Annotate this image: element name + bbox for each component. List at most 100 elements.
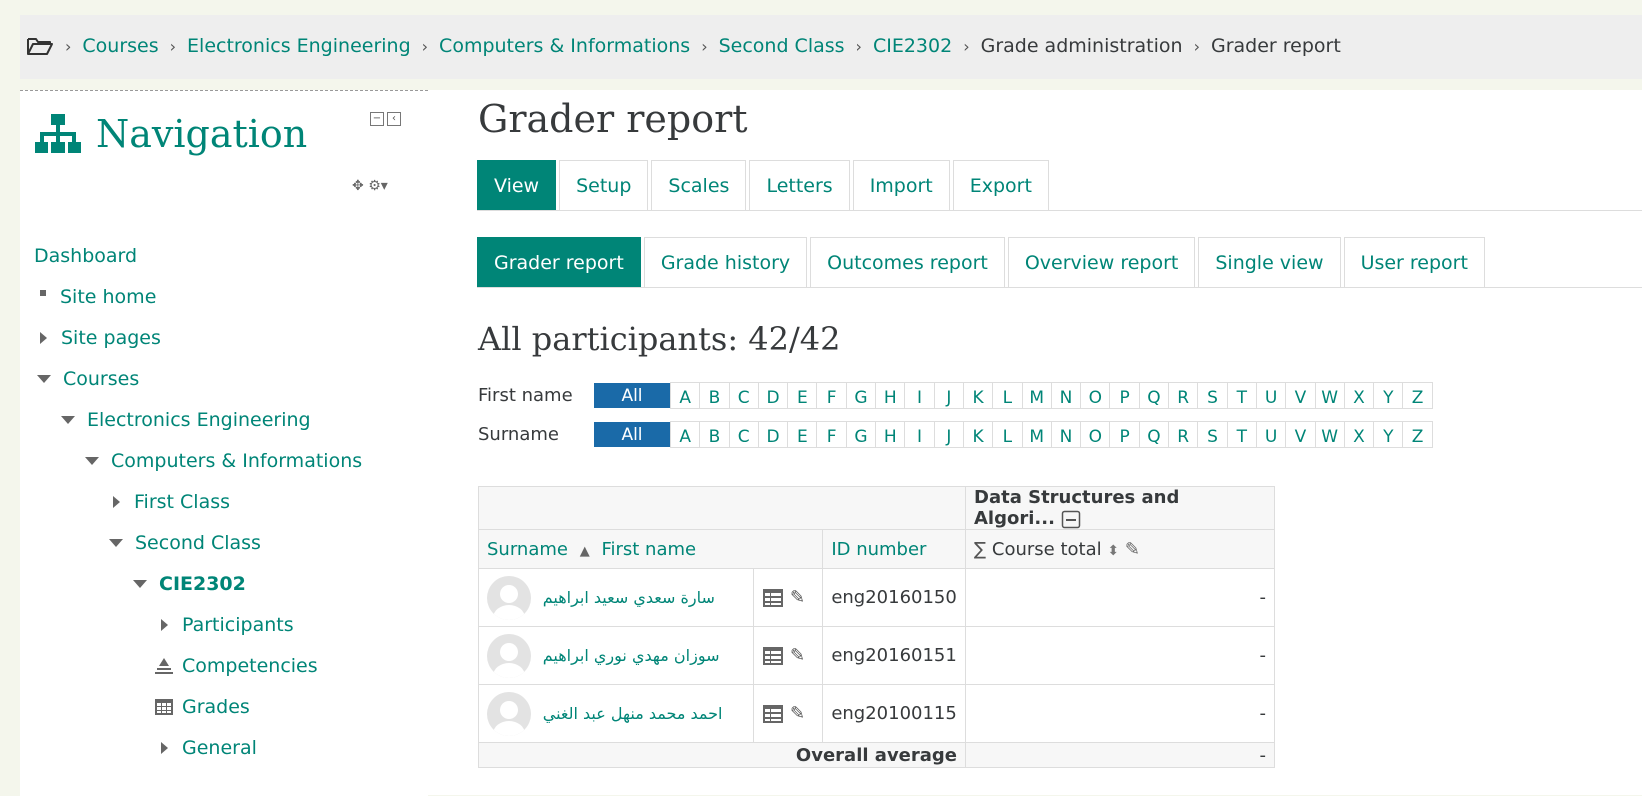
student-name-link[interactable]: سارة سعدي سعيد ابراهيم (543, 588, 715, 607)
firstname-letter[interactable]: Y (1373, 383, 1402, 408)
tab-single-view[interactable]: Single view (1198, 237, 1341, 287)
surname-letter[interactable]: Q (1138, 422, 1168, 447)
firstname-letter[interactable]: X (1343, 383, 1373, 408)
firstname-letter[interactable]: A (670, 383, 699, 408)
firstname-letter[interactable]: F (816, 383, 845, 408)
surname-letter[interactable]: C (728, 422, 758, 447)
firstname-letter[interactable]: U (1255, 383, 1285, 408)
tab-import[interactable]: Import (852, 160, 950, 210)
firstname-letter[interactable]: E (787, 383, 816, 408)
surname-letter[interactable]: V (1285, 422, 1314, 447)
nav-site-pages-label[interactable]: Site pages (61, 327, 161, 349)
surname-letter[interactable]: Z (1402, 422, 1431, 447)
surname-letter[interactable]: S (1197, 422, 1226, 447)
firstname-letter[interactable]: V (1285, 383, 1314, 408)
folder-home-icon[interactable] (26, 36, 54, 56)
nav-electronics-label[interactable]: Electronics Engineering (87, 409, 311, 431)
dock-icon[interactable]: ‹ (387, 112, 401, 126)
nav-course[interactable]: CIE2302 (133, 573, 246, 595)
collapse-category-icon[interactable] (1061, 509, 1081, 529)
surname-letter[interactable]: O (1080, 422, 1109, 447)
user-report-icon[interactable] (762, 704, 784, 724)
nav-second-class[interactable]: Second Class (109, 532, 261, 554)
user-report-icon[interactable] (762, 646, 784, 666)
tab-view[interactable]: View (477, 160, 557, 210)
firstname-letter[interactable]: R (1168, 383, 1197, 408)
firstname-letter[interactable]: N (1050, 383, 1080, 408)
surname-letter[interactable]: T (1226, 422, 1256, 447)
surname-letter[interactable]: G (845, 422, 875, 447)
tab-overview-report[interactable]: Overview report (1007, 237, 1196, 287)
nav-course-label[interactable]: CIE2302 (159, 573, 246, 595)
surname-letter[interactable]: I (904, 422, 933, 447)
surname-letter[interactable]: X (1343, 422, 1373, 447)
firstname-letter[interactable]: M (1021, 383, 1051, 408)
gear-icon[interactable]: ⚙▾ (368, 178, 388, 194)
breadcrumb-course[interactable]: CIE2302 (873, 35, 952, 57)
course-total-cell[interactable]: - (965, 568, 1275, 627)
nav-dashboard[interactable]: Dashboard (34, 245, 137, 267)
nav-general[interactable]: General (161, 737, 257, 759)
firstname-letter[interactable]: P (1109, 383, 1138, 408)
firstname-letter[interactable]: B (699, 383, 728, 408)
sort-surname-link[interactable]: Surname (487, 539, 568, 560)
firstname-letter[interactable]: S (1197, 383, 1226, 408)
nav-grades-label[interactable]: Grades (182, 696, 250, 718)
surname-letter[interactable]: U (1255, 422, 1285, 447)
sort-icon[interactable]: ⬍ (1107, 543, 1119, 559)
breadcrumb-second-class[interactable]: Second Class (719, 35, 845, 57)
nav-competencies[interactable]: Competencies (154, 655, 318, 677)
tab-setup[interactable]: Setup (559, 160, 649, 210)
nav-first-class[interactable]: First Class (113, 491, 230, 513)
surname-letter[interactable]: E (787, 422, 816, 447)
tab-scales[interactable]: Scales (651, 160, 747, 210)
collapse-icon[interactable]: − (370, 112, 384, 126)
user-report-icon[interactable] (762, 588, 784, 608)
surname-letter[interactable]: J (933, 422, 963, 447)
tab-export[interactable]: Export (952, 160, 1049, 210)
nav-participants-label[interactable]: Participants (182, 614, 294, 636)
surname-letter[interactable]: F (816, 422, 845, 447)
nav-site-home[interactable]: Site home (40, 286, 156, 308)
nav-computers[interactable]: Computers & Informations (85, 450, 362, 472)
surname-letter[interactable]: Y (1373, 422, 1402, 447)
avatar[interactable] (487, 691, 531, 736)
tab-user-report[interactable]: User report (1343, 237, 1485, 287)
surname-letter[interactable]: N (1050, 422, 1080, 447)
tab-grader-report[interactable]: Grader report (477, 237, 641, 287)
nav-second-class-label[interactable]: Second Class (135, 532, 261, 554)
surname-all-button[interactable]: All (594, 422, 670, 447)
surname-letter[interactable]: R (1168, 422, 1197, 447)
firstname-letter[interactable]: G (845, 383, 875, 408)
nav-competencies-label[interactable]: Competencies (182, 655, 318, 677)
nav-general-label[interactable]: General (182, 737, 257, 759)
sort-id-link[interactable]: ID number (831, 539, 926, 560)
surname-letter[interactable]: D (757, 422, 787, 447)
firstname-letter[interactable]: W (1314, 383, 1344, 408)
edit-icon[interactable]: ✎ (790, 587, 805, 608)
nav-site-pages[interactable]: Site pages (40, 327, 161, 349)
nav-courses[interactable]: Courses (37, 368, 139, 390)
nav-grades[interactable]: Grades (154, 696, 250, 718)
avatar[interactable] (487, 633, 531, 678)
breadcrumb-computers[interactable]: Computers & Informations (439, 35, 690, 57)
edit-icon[interactable]: ✎ (790, 703, 805, 724)
course-total-cell[interactable]: - (965, 684, 1275, 743)
firstname-letter[interactable]: J (933, 383, 963, 408)
surname-letter[interactable]: P (1109, 422, 1138, 447)
nav-first-class-label[interactable]: First Class (134, 491, 230, 513)
nav-electronics[interactable]: Electronics Engineering (61, 409, 311, 431)
surname-letter[interactable]: W (1314, 422, 1344, 447)
firstname-letter[interactable]: C (728, 383, 758, 408)
student-name-link[interactable]: سوزان مهدي نوري ابراهيم (543, 646, 720, 665)
student-name-link[interactable]: احمد محمد منهل عبد الغني (543, 704, 723, 723)
nav-site-home-label[interactable]: Site home (60, 286, 156, 308)
surname-letter[interactable]: L (992, 422, 1021, 447)
firstname-letter[interactable]: D (757, 383, 787, 408)
nav-courses-label[interactable]: Courses (63, 368, 139, 390)
breadcrumb-courses[interactable]: Courses (82, 35, 158, 57)
course-total-cell[interactable]: - (965, 626, 1275, 685)
firstname-all-button[interactable]: All (594, 383, 670, 408)
firstname-letter[interactable]: L (992, 383, 1021, 408)
avatar[interactable] (487, 575, 531, 620)
